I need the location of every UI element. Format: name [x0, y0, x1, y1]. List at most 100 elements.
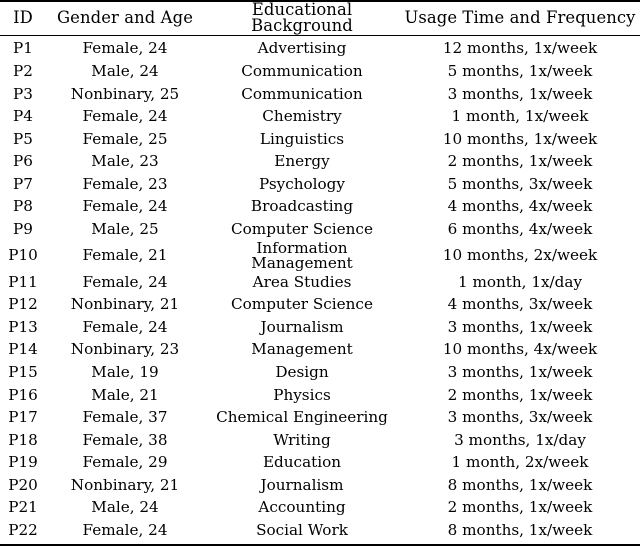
- table-body: P1 Female, 24 Advertising 12 months, 1x/wee…: [0, 35, 640, 546]
- cell-education: Area Studies: [252, 272, 352, 291]
- cell-usage: 3 months, 1x/day: [454, 430, 586, 449]
- cell-gender-age: Nonbinary, 23: [70, 340, 180, 359]
- table-row: P18 Female, 38 Writing 3 months, 1x/day: [0, 429, 640, 452]
- cell-gender-age: Female, 37: [82, 408, 168, 427]
- cell-participant-id: P13: [8, 317, 38, 336]
- cell-gender-age: Female, 23: [82, 174, 168, 193]
- cell-usage: 2 months, 1x/week: [447, 152, 593, 171]
- cell-participant-id: P5: [13, 129, 33, 148]
- cell-participant-id: P1: [13, 39, 33, 58]
- table-row: P8 Female, 24 Broadcasting 4 months, 4x/wee…: [0, 196, 640, 219]
- cell-usage: 5 months, 3x/week: [447, 174, 593, 193]
- cell-education: Chemical Engineering: [216, 408, 388, 427]
- cell-gender-age: Female, 21: [82, 246, 168, 265]
- cell-gender-age: Nonbinary, 25: [70, 84, 180, 103]
- table-row: P16 Male, 21 Physics 2 months, 1x/week: [0, 384, 640, 407]
- table-row: P4 Female, 24 Chemistry 1 month, 1x/week: [0, 105, 640, 128]
- cell-gender-age: Female, 24: [82, 39, 168, 58]
- cell-gender-age: Male, 24: [91, 62, 159, 81]
- column-header-education: Educational Background: [204, 0, 400, 36]
- cell-education: Education: [262, 453, 342, 472]
- cell-usage: 4 months, 4x/week: [447, 197, 593, 216]
- participants-table: ID Gender and Age Educational Background…: [0, 0, 640, 546]
- cell-education: Physics: [273, 385, 331, 404]
- cell-usage: 3 months, 3x/week: [447, 408, 593, 427]
- cell-participant-id: P16: [8, 385, 38, 404]
- table-row: P7 Female, 23 Psychology 5 months, 3x/week: [0, 173, 640, 196]
- cell-education: Communication: [241, 62, 363, 81]
- cell-education: Information Management: [251, 238, 353, 272]
- cell-participant-id: P9: [13, 219, 33, 238]
- cell-education: Writing: [273, 430, 331, 449]
- participants-table-container: ID Gender and Age Educational Background…: [0, 0, 640, 546]
- cell-participant-id: P2: [13, 62, 33, 81]
- table-row: P20 Nonbinary, 21 Journalism 8 months, 1x/w…: [0, 474, 640, 497]
- cell-participant-id: P19: [8, 453, 38, 472]
- cell-participant-id: P14: [8, 340, 38, 359]
- cell-education: Journalism: [260, 475, 344, 494]
- cell-gender-age: Female, 29: [82, 453, 168, 472]
- table-row: P2 Male, 24 Communication 5 months, 1x/week: [0, 60, 640, 83]
- cell-education: Advertising: [257, 39, 347, 58]
- cell-gender-age: Male, 24: [91, 498, 159, 517]
- cell-usage: 3 months, 1x/week: [447, 84, 593, 103]
- cell-education: Computer Science: [231, 219, 373, 238]
- cell-usage: 1 month, 2x/week: [451, 453, 589, 472]
- table-row: P3 Nonbinary, 25 Communication 3 months, 1x…: [0, 83, 640, 106]
- cell-education: Communication: [241, 84, 363, 103]
- cell-usage: 1 month, 1x/day: [457, 272, 583, 291]
- cell-usage: 2 months, 1x/week: [447, 498, 593, 517]
- cell-usage: 12 months, 1x/week: [442, 39, 598, 58]
- table-row: P17 Female, 37 Chemical Engineering 3 month…: [0, 406, 640, 429]
- cell-usage: 8 months, 1x/week: [447, 475, 593, 494]
- table-row: P6 Male, 23 Energy 2 months, 1x/week: [0, 151, 640, 174]
- table-row: P19 Female, 29 Education 1 month, 2x/week: [0, 452, 640, 475]
- cell-gender-age: Female, 24: [82, 317, 168, 336]
- cell-gender-age: Female, 24: [82, 197, 168, 216]
- cell-participant-id: P11: [8, 272, 38, 291]
- cell-education: Computer Science: [231, 295, 373, 314]
- cell-usage: 10 months, 1x/week: [442, 129, 598, 148]
- cell-gender-age: Female, 25: [82, 129, 168, 148]
- cell-education: Psychology: [259, 174, 345, 193]
- cell-participant-id: P7: [13, 174, 33, 193]
- cell-usage: 5 months, 1x/week: [447, 62, 593, 81]
- table-row: P13 Female, 24 Journalism 3 months, 1x/week: [0, 316, 640, 339]
- cell-gender-age: Male, 23: [91, 152, 159, 171]
- cell-gender-age: Female, 38: [82, 430, 168, 449]
- cell-gender-age: Male, 21: [91, 385, 159, 404]
- table-row: P9 Male, 25 Computer Science 6 months, 4x/w…: [0, 218, 640, 241]
- table-row: P15 Male, 19 Design 3 months, 1x/week: [0, 361, 640, 384]
- cell-participant-id: P8: [13, 197, 33, 216]
- column-header-gender-age: Gender and Age: [46, 0, 204, 36]
- cell-participant-id: P22: [0, 519, 46, 546]
- table-row: P5 Female, 25 Linguistics 10 months, 1x/wee…: [0, 128, 640, 151]
- cell-usage: 6 months, 4x/week: [447, 219, 593, 238]
- table-row: P22 Female, 24 Social Work 8 months, 1x/wee…: [0, 519, 640, 546]
- cell-participant-id: P18: [8, 430, 38, 449]
- cell-education: Broadcasting: [250, 197, 354, 216]
- cell-education: Chemistry: [262, 107, 342, 126]
- cell-participant-id: P21: [8, 498, 38, 517]
- cell-education: Social Work: [204, 519, 400, 546]
- cell-gender-age: Female, 24: [46, 519, 204, 546]
- cell-education: Design: [275, 363, 329, 381]
- cell-participant-id: P10: [8, 246, 38, 265]
- cell-gender-age: Nonbinary, 21: [70, 295, 180, 314]
- cell-participant-id: P6: [13, 152, 33, 171]
- cell-education: Linguistics: [259, 129, 345, 148]
- cell-usage: 1 month, 1x/week: [451, 107, 589, 126]
- cell-gender-age: Male, 25: [91, 219, 159, 238]
- cell-education: Accounting: [258, 498, 346, 517]
- table-row: P11 Female, 24 Area Studies 1 month, 1x/day: [0, 271, 640, 294]
- table-row: P21 Male, 24 Accounting 2 months, 1x/week: [0, 497, 640, 520]
- table-header-row: ID Gender and Age Educational Background…: [0, 0, 640, 36]
- cell-education: Journalism: [260, 317, 344, 336]
- cell-gender-age: Male, 19: [91, 363, 159, 381]
- table-row: P14 Nonbinary, 23 Management 10 months, 4x/…: [0, 339, 640, 362]
- cell-gender-age: Female, 24: [82, 272, 168, 291]
- column-header-id: ID: [0, 0, 46, 36]
- cell-participant-id: P20: [8, 475, 38, 494]
- cell-usage: 10 months, 2x/week: [442, 246, 598, 265]
- cell-participant-id: P12: [8, 295, 38, 314]
